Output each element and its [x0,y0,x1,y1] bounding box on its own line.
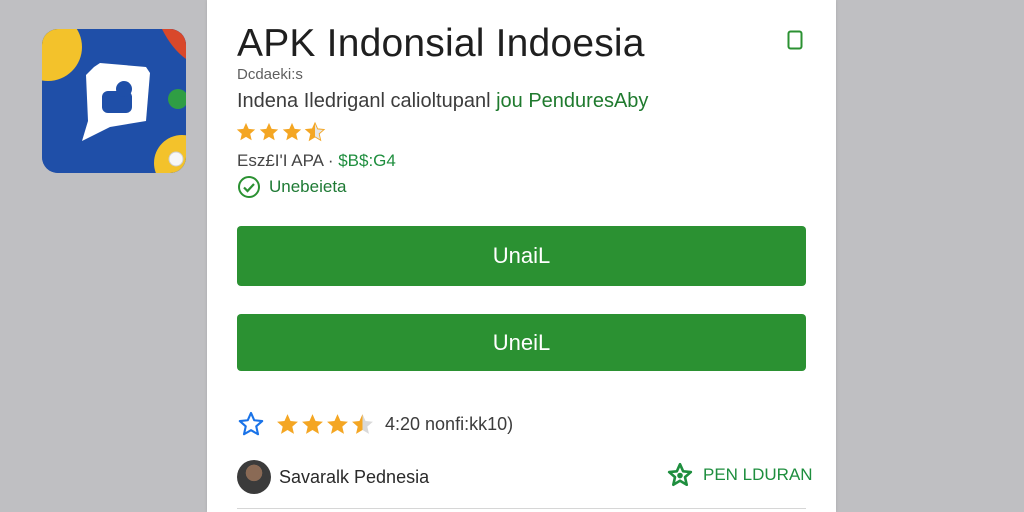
star-icon [236,122,256,141]
star-icon [327,413,348,434]
app-detail-card: APK Indonsial Indoesia Dcdaeki:s Indena … [207,0,836,512]
star-icon [277,413,298,434]
pen-link[interactable]: PEN LDURAN [667,462,813,488]
developer-name[interactable]: Dcdaeki:s [237,66,303,83]
star-outline-icon[interactable] [237,410,265,438]
meta-separator: · [323,151,339,170]
app-size: Esz£I'I APA [237,151,324,170]
primary-action-button[interactable]: UnaiL [237,226,806,286]
half-star-icon [352,413,373,434]
app-title: APK Indonsial Indoesia [237,22,645,65]
screen: APK Indonsial Indoesia Dcdaeki:s Indena … [0,0,1024,512]
green-star-icon [667,462,693,487]
reviewer-name: Savaralk Pednesia [279,466,430,487]
description-highlight[interactable]: jou PenduresAby [496,90,648,112]
half-star-icon [304,121,326,142]
verified-label: Unebeieta [269,177,347,196]
star-icon [259,122,279,141]
app-description: Indena Iledriganl calioltupanl jou Pendu… [237,90,648,113]
description-text: Indena Iledriganl calioltupanl [237,90,497,112]
app-meta: Esz£I'I APA · $B$:G4 [237,151,396,171]
rating-text: 4:20 nonfi:kk10) [385,413,514,434]
check-circle-icon [238,176,260,198]
reviewer[interactable]: Savaralk Pednesia [237,460,429,494]
star-icon [282,122,302,141]
verified-badge: Unebeieta [237,175,347,199]
app-price: $B$:G4 [338,151,396,170]
secondary-action-button[interactable]: UneiL [237,314,806,371]
app-icon[interactable] [42,29,186,173]
rating-stars [275,412,375,437]
bookmark-icon[interactable] [787,30,803,50]
app-star-rating [235,121,326,145]
divider [237,508,806,509]
rating-row: 4:20 nonfi:kk10) [237,410,513,438]
pen-link-label: PEN LDURAN [703,465,813,484]
star-icon [302,413,323,434]
avatar [237,460,271,494]
